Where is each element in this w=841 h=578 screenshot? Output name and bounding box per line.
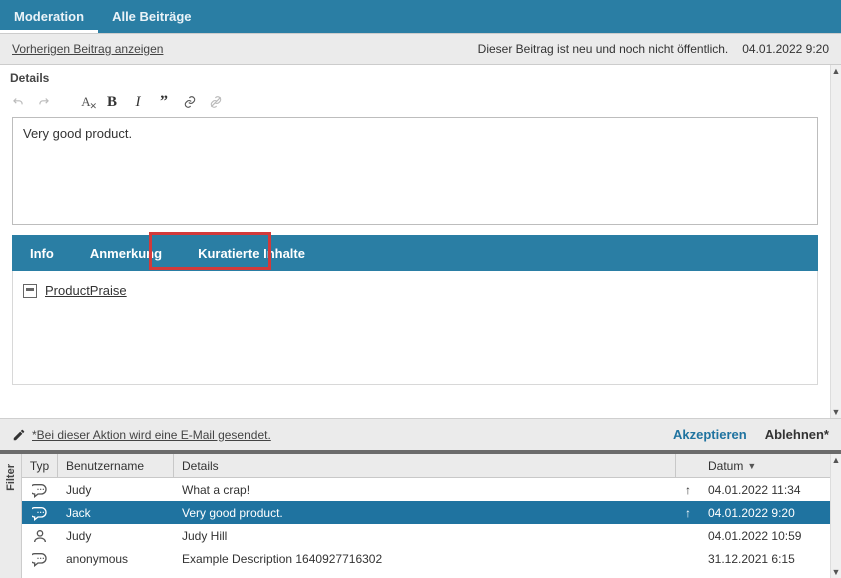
insert-link-icon[interactable] [182,94,198,110]
inner-tabs-bar: Info Anmerkung Kuratierte Inhalte [12,235,818,271]
curated-item-row: ProductPraise [23,283,807,298]
table-row[interactable]: anonymousExample Description 16409277163… [22,547,830,570]
column-date[interactable]: Datum▼ [700,454,830,477]
grid-scroll-up-icon[interactable]: ▲ [831,454,841,466]
curated-panel: ProductPraise [12,271,818,385]
italic-icon[interactable]: I [130,94,146,110]
table-row[interactable]: JackVery good product.↑04.01.2022 9:20 [22,501,830,524]
row-type-icon [22,505,58,521]
row-arrow: ↑ [676,506,700,520]
row-type-icon [22,482,58,498]
row-username: Jack [58,506,174,520]
table-row[interactable]: JudyJudy Hill 04.01.2022 10:59 [22,524,830,547]
grid-scrollbar[interactable]: ▲ ▼ [830,454,841,578]
editor-toolbar: A✕ B I ” [0,93,830,117]
previous-post-link[interactable]: Vorherigen Beitrag anzeigen [12,42,163,56]
details-scroll-area: Details A✕ B I ” Very good product. Info… [0,65,830,418]
curated-item-link[interactable]: ProductPraise [45,283,127,298]
row-details: Judy Hill [174,529,676,543]
row-type-icon [22,528,58,544]
scroll-up-icon[interactable]: ▲ [831,65,841,77]
grid-header: Typ Benutzername Details Datum▼ [22,454,830,478]
remove-link-icon[interactable] [208,94,224,110]
email-note-link[interactable]: *Bei dieser Aktion wird eine E-Mail gese… [32,428,271,442]
pencil-icon [12,428,26,442]
clear-format-icon[interactable]: A✕ [78,94,94,110]
quote-icon[interactable]: ” [156,94,172,110]
grid-area: Filter Typ Benutzername Details Datum▼ J… [0,454,830,578]
row-details: Example Description 1640927716302 [174,552,676,566]
undo-icon[interactable] [10,94,26,110]
row-date: 31.12.2021 6:15 [700,552,830,566]
tab-all-posts[interactable]: Alle Beiträge [98,0,205,33]
filter-tab[interactable]: Filter [0,454,22,578]
accept-button[interactable]: Akzeptieren [673,427,747,442]
row-arrow: ↑ [676,483,700,497]
row-username: Judy [58,483,174,497]
top-tabs-bar: Moderation Alle Beiträge [0,0,841,33]
row-date: 04.01.2022 11:34 [700,483,830,497]
column-details[interactable]: Details [174,454,676,477]
row-details: What a crap! [174,483,676,497]
reject-button[interactable]: Ablehnen* [765,427,829,442]
post-status-text: Dieser Beitrag ist neu und noch nicht öf… [478,42,729,56]
scroll-down-icon[interactable]: ▼ [831,406,841,418]
column-arrow [676,454,700,477]
inner-tab-info[interactable]: Info [12,235,72,271]
grid-scroll-down-icon[interactable]: ▼ [831,566,841,578]
editor-textarea[interactable]: Very good product. [12,117,818,225]
column-username[interactable]: Benutzername [58,454,174,477]
bold-icon[interactable]: B [104,94,120,110]
details-scrollbar[interactable]: ▲ ▼ [830,65,841,418]
redo-icon[interactable] [36,94,52,110]
sort-desc-icon: ▼ [747,461,756,471]
row-date: 04.01.2022 9:20 [700,506,830,520]
row-type-icon [22,551,58,567]
row-details: Very good product. [174,506,676,520]
post-timestamp: 04.01.2022 9:20 [742,42,829,56]
action-bar: *Bei dieser Aktion wird eine E-Mail gese… [0,418,841,450]
info-bar: Vorherigen Beitrag anzeigen Dieser Beitr… [0,33,841,65]
row-username: Judy [58,529,174,543]
tab-moderation[interactable]: Moderation [0,0,98,33]
inner-tab-curated[interactable]: Kuratierte Inhalte [180,235,323,271]
table-row[interactable]: JudyWhat a crap!↑04.01.2022 11:34 [22,478,830,501]
page-icon [23,284,37,298]
column-type[interactable]: Typ [22,454,58,477]
details-heading: Details [0,65,830,93]
inner-tab-note[interactable]: Anmerkung [72,235,180,271]
row-username: anonymous [58,552,174,566]
grid-body: JudyWhat a crap!↑04.01.2022 11:34JackVer… [22,478,830,578]
row-date: 04.01.2022 10:59 [700,529,830,543]
